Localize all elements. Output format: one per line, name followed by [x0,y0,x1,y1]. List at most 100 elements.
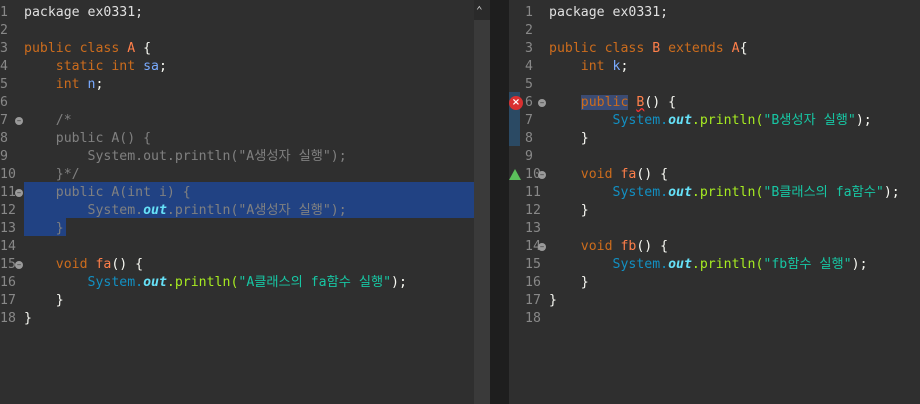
code-token: } [24,221,64,236]
code-token: "fb함수 실행" [763,257,852,272]
line-number: 11 [525,185,541,200]
line-number: 5 [525,77,533,92]
code-line[interactable]: 8 } [509,130,920,148]
code-token: int [111,59,144,74]
code-text: } [24,292,64,310]
collapse-icon[interactable]: − [538,171,546,179]
collapse-icon[interactable]: − [538,99,546,107]
line-number: 12 [0,203,16,218]
code-token: System. [549,257,669,272]
error-icon[interactable]: × [509,96,523,110]
code-line[interactable]: 15 System.out.println("fb함수 실행"); [509,256,920,274]
code-line[interactable]: 1 package ex0331; [0,4,474,22]
code-line[interactable]: 10− void fa() { [509,166,920,184]
code-line[interactable]: 2 [0,22,474,40]
code-text: } [549,202,589,220]
line-number: 17 [525,293,541,308]
right-editor-pane[interactable]: 1 package ex0331; 2 3 public class B extends… [509,0,920,404]
code-text: System.out.println("B생성자 실행"); [549,112,872,130]
code-token: ; [95,77,104,92]
line-gutter: 16 [509,274,547,292]
code-line[interactable]: 17} [509,292,920,310]
line-number: 5 [0,77,8,92]
code-token: out [668,185,692,200]
code-line[interactable]: 5 [509,76,920,94]
code-line[interactable]: 12 } [509,202,920,220]
code-token: class [79,41,128,56]
code-text: System.out.println("fb함수 실행"); [549,256,868,274]
code-token: fa [95,257,112,272]
code-token: () { [636,167,669,182]
override-triangle-icon[interactable] [509,169,521,180]
code-line[interactable]: 10 }*/ [0,166,474,184]
line-gutter: 10− [509,166,547,184]
code-token: out [143,203,167,218]
line-number: 16 [525,275,541,290]
code-token: } [549,275,589,290]
code-line[interactable]: 14− void fb() { [509,238,920,256]
code-text: System.out.println("A생성자 실행"); [24,202,347,220]
code-token: int [24,77,88,92]
collapse-icon[interactable]: − [15,117,23,125]
line-number: 14 [0,239,16,254]
line-number: 13 [525,221,541,236]
code-line[interactable]: 4 int k; [509,58,920,76]
code-text: package ex0331; [24,4,143,22]
code-text: void fa() { [549,166,668,184]
line-number: 15 [525,257,541,272]
code-line[interactable]: 18 [509,310,920,328]
code-line[interactable]: 9 [509,148,920,166]
code-token: () { [636,239,669,254]
code-text: /* [24,112,72,130]
code-text: int k; [549,58,629,76]
collapse-icon[interactable]: − [538,243,546,251]
scroll-up-arrow-icon[interactable]: ⌃ [476,4,483,17]
code-line[interactable]: 16 } [509,274,920,292]
collapse-icon[interactable]: − [15,189,23,197]
code-token: ; [159,59,167,74]
code-token: ; [620,59,629,74]
code-token: } [24,293,64,308]
code-token: ); [855,113,872,128]
line-number: 7 [0,113,8,128]
code-line[interactable]: 7 System.out.println("B생성자 실행"); [509,112,920,130]
line-number: 1 [0,5,8,20]
code-text: } [549,292,557,310]
code-line[interactable]: 5 int n; [0,76,474,94]
code-line[interactable]: 11− public A(int i) { [0,184,474,202]
left-scrollbar-thumb[interactable] [474,20,490,404]
code-line[interactable]: 3 public class A { [0,40,474,58]
code-line[interactable]: 12 System.out.println("A생성자 실행"); [0,202,474,220]
code-token: System. [549,113,669,128]
code-line[interactable]: 1 package ex0331; [509,4,920,22]
code-line[interactable]: 17 } [0,292,474,310]
code-line[interactable]: 11 System.out.println("B클래스의 fa함수"); [509,184,920,202]
code-token: static [24,59,112,74]
code-line[interactable]: 6 [0,94,474,112]
editor-splitter[interactable] [490,0,509,404]
code-line[interactable]: 6− × public B() { [509,94,920,112]
code-line[interactable]: 15− void fa() { [0,256,474,274]
code-line[interactable]: 13 } [0,220,474,238]
code-token: public A(int i) { [24,185,191,200]
code-line[interactable]: 4 static int sa; [0,58,474,76]
code-line[interactable]: 9 System.out.println("A생성자 실행"); [0,148,474,166]
code-line[interactable]: 13 [509,220,920,238]
line-number: 17 [0,293,16,308]
code-line[interactable]: 2 [509,22,920,40]
code-token: A [127,41,136,56]
left-scrollbar[interactable] [474,0,490,404]
code-line[interactable]: 3 public class B extends A{ [509,40,920,58]
code-line[interactable]: 8 public A() { [0,130,474,148]
code-token: extends [668,41,732,56]
code-line[interactable]: 16 System.out.println("A클래스의 fa함수 실행"); [0,274,474,292]
code-text: } [549,274,589,292]
code-line[interactable]: 7− /* [0,112,474,130]
code-text: System.out.println("A생성자 실행"); [24,148,347,166]
line-gutter: 7 [509,112,547,130]
left-editor-pane[interactable]: 1 package ex0331; 2 3 public class A {4 stat… [0,0,474,404]
collapse-icon[interactable]: − [15,261,23,269]
code-line[interactable]: 18} [0,310,474,328]
code-line[interactable]: 14 [0,238,474,256]
code-token: "B생성자 실행" [763,113,856,128]
